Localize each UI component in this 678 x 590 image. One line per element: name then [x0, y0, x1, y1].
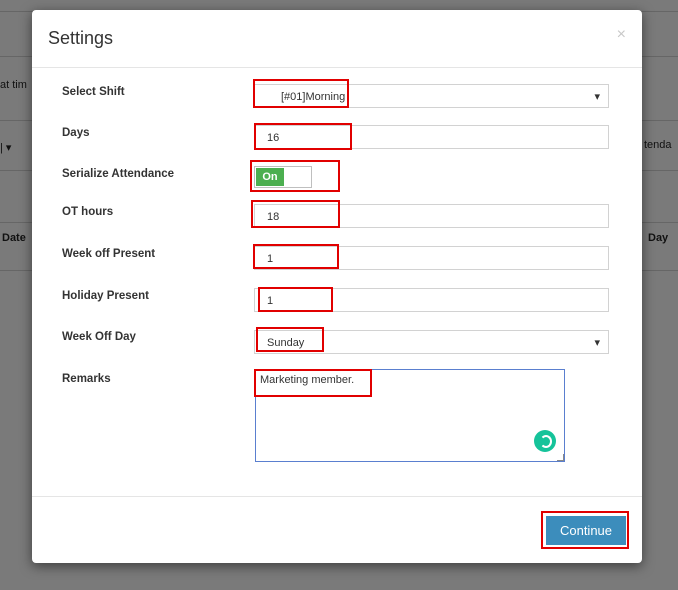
- bg-text: tenda: [644, 139, 672, 151]
- settings-modal: Settings × Select Shift [#01]Morning Day…: [32, 10, 642, 563]
- week-off-present-label: Week off Present: [62, 248, 156, 260]
- days-value: 16: [267, 132, 280, 144]
- remarks-textarea[interactable]: Marketing member.: [255, 369, 565, 462]
- holiday-present-label: Holiday Present: [62, 290, 149, 302]
- bg-text: Date: [2, 232, 26, 244]
- close-icon[interactable]: ×: [617, 26, 626, 44]
- week-off-day-dropdown[interactable]: Sunday: [254, 330, 609, 354]
- modal-title: Settings: [48, 28, 114, 48]
- grammarly-icon[interactable]: [534, 430, 556, 452]
- select-shift-label: Select Shift: [62, 86, 125, 98]
- ot-hours-label: OT hours: [62, 206, 114, 218]
- week-off-day-value: Sunday: [267, 337, 305, 349]
- serialize-attendance-label: Serialize Attendance: [62, 168, 175, 180]
- serialize-attendance-toggle[interactable]: On: [254, 166, 312, 188]
- days-label: Days: [62, 127, 90, 139]
- week-off-day-label: Week Off Day: [62, 331, 136, 343]
- bg-text: | ▾: [0, 142, 12, 154]
- holiday-present-input[interactable]: 1: [254, 288, 609, 312]
- bg-text: at tim: [0, 79, 27, 91]
- ot-hours-input[interactable]: 18: [254, 204, 609, 228]
- days-input[interactable]: 16: [254, 125, 609, 149]
- modal-header: Settings ×: [32, 10, 642, 68]
- week-off-present-input[interactable]: 1: [254, 246, 609, 270]
- remarks-value: Marketing member.: [260, 374, 355, 386]
- modal-footer-divider: [32, 496, 642, 497]
- toggle-on-label: On: [256, 168, 284, 186]
- holiday-present-value: 1: [267, 295, 274, 307]
- select-shift-dropdown[interactable]: [#01]Morning: [254, 84, 609, 108]
- resize-handle-icon[interactable]: [557, 454, 564, 461]
- select-shift-value: [#01]Morning: [281, 91, 346, 103]
- week-off-present-value: 1: [267, 253, 274, 265]
- continue-button[interactable]: Continue: [546, 516, 626, 545]
- bg-text: Day: [648, 232, 669, 244]
- remarks-label: Remarks: [62, 373, 111, 385]
- ot-hours-value: 18: [267, 211, 280, 223]
